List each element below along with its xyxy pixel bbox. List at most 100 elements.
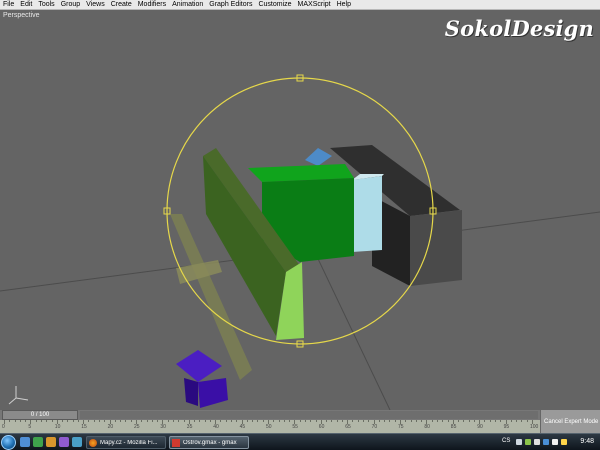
timeline-tick-label: 15 xyxy=(81,424,87,430)
menu-edit[interactable]: Edit xyxy=(17,0,35,10)
timeline-tick xyxy=(231,420,233,422)
dark-block-front[interactable] xyxy=(410,210,462,286)
volume-icon[interactable] xyxy=(552,439,558,445)
timeline-tick xyxy=(273,420,275,422)
menu-file[interactable]: File xyxy=(0,0,17,10)
timeline-tick xyxy=(46,420,48,422)
menu-group[interactable]: Group xyxy=(58,0,83,10)
scene-render xyxy=(0,74,600,410)
axis-tripod-icon xyxy=(8,386,29,405)
blue-house-roof[interactable] xyxy=(176,350,222,382)
time-slider-track[interactable] xyxy=(80,411,538,419)
track-bar[interactable]: 0 5 10 15 20 25 30 35 40 45 50 55 60 65 70 75 80 85 90 95 10… xyxy=(0,420,540,433)
timeline-tick-label: 35 xyxy=(186,424,193,430)
gmax-window: File Edit Tools Group Views Create Modif… xyxy=(0,0,600,450)
timeline-tick-label: 70 xyxy=(371,424,378,430)
menu-tools[interactable]: Tools xyxy=(35,0,57,10)
tray-icon[interactable] xyxy=(534,439,540,445)
timeline-tick xyxy=(421,420,423,422)
timeline-tick-label: 0 xyxy=(2,424,5,430)
timeline-tick xyxy=(236,420,238,422)
timeline-tick xyxy=(363,420,365,422)
time-slider-thumb[interactable]: 0 / 100 xyxy=(2,410,78,420)
taskbar-button-label: Ostrov.gmax - gmax xyxy=(183,439,237,446)
show-desktop-icon[interactable] xyxy=(20,437,30,447)
timeline-tick xyxy=(183,420,185,422)
timeline-tick xyxy=(246,420,248,422)
timeline-tick xyxy=(40,420,42,422)
tray-icon[interactable] xyxy=(525,439,531,445)
timeline-tick xyxy=(315,420,317,422)
timeline-tick-label: 25 xyxy=(134,424,140,430)
network-icon[interactable] xyxy=(543,439,549,445)
timeline-tick-label: 90 xyxy=(477,424,483,430)
timeline-tick xyxy=(495,420,497,422)
timeline-tick xyxy=(526,420,528,422)
timeline-tick xyxy=(93,420,95,422)
small-blue-object[interactable] xyxy=(305,148,332,166)
quicklaunch-app-icon[interactable] xyxy=(46,437,56,447)
tray-icon[interactable] xyxy=(561,439,567,445)
light-blue-box[interactable] xyxy=(352,176,382,252)
brand-watermark: SokolDesign xyxy=(444,16,594,41)
menu-maxscript[interactable]: MAXScript xyxy=(295,0,334,10)
timeline-tick xyxy=(310,420,312,422)
timeline-tick xyxy=(299,420,301,422)
start-button[interactable] xyxy=(1,435,16,450)
timeline-tick xyxy=(394,420,396,422)
timeline-tick-label: 75 xyxy=(398,424,404,430)
timeline-tick xyxy=(357,420,359,422)
timeline-tick xyxy=(194,420,196,422)
timeline-tick xyxy=(410,420,412,422)
menu-customize[interactable]: Customize xyxy=(255,0,294,10)
timeline-tick xyxy=(125,420,127,422)
time-slider[interactable]: 0 / 100 xyxy=(0,410,540,420)
quicklaunch-app-icon[interactable] xyxy=(59,437,69,447)
menu-create[interactable]: Create xyxy=(108,0,135,10)
timeline-tick xyxy=(389,420,391,422)
timeline-tick xyxy=(516,420,518,422)
timeline-tick xyxy=(51,420,53,422)
blue-house-wall[interactable] xyxy=(198,378,228,408)
timeline-tick xyxy=(25,420,27,422)
menu-modifiers[interactable]: Modifiers xyxy=(135,0,169,10)
timeline-tick xyxy=(120,420,122,422)
menu-views[interactable]: Views xyxy=(83,0,108,10)
timeline-tick xyxy=(99,420,101,422)
timeline-tick-label: 45 xyxy=(239,424,246,430)
status-panel: Cancel Expert Mode xyxy=(540,410,600,433)
timeline-tick xyxy=(304,420,306,422)
menu-animation[interactable]: Animation xyxy=(169,0,206,10)
timeline-tick xyxy=(62,420,64,422)
timeline-tick xyxy=(368,420,370,422)
taskbar-clock[interactable]: 9:48 xyxy=(580,438,594,445)
timeline-tick xyxy=(463,420,465,422)
taskbar-button-label: Mapy.cz - Mozilla Fi... xyxy=(100,439,158,446)
tray-icon[interactable] xyxy=(516,439,522,445)
viewport-label[interactable]: Perspective xyxy=(3,12,40,19)
timeline-tick xyxy=(521,420,523,422)
timeline-tick xyxy=(283,420,285,422)
menu-graph-editors[interactable]: Graph Editors xyxy=(206,0,255,10)
menu-help[interactable]: Help xyxy=(334,0,354,10)
timeline-tick xyxy=(431,420,433,422)
timeline-tick xyxy=(104,420,106,422)
cancel-expert-mode-button[interactable]: Cancel Expert Mode xyxy=(544,419,598,425)
timeline-tick xyxy=(130,420,132,422)
taskbar-button-firefox[interactable]: Mapy.cz - Mozilla Fi... xyxy=(86,436,166,449)
timeline-tick xyxy=(167,420,169,422)
quicklaunch-app-icon[interactable] xyxy=(33,437,43,447)
firefox-icon xyxy=(89,438,97,447)
quicklaunch-app-icon[interactable] xyxy=(72,437,82,447)
language-indicator[interactable]: CS xyxy=(502,438,510,444)
timeline-tick xyxy=(178,420,180,422)
timeline-tick xyxy=(384,420,386,422)
timeline-tick xyxy=(9,420,11,422)
timeline-tick xyxy=(14,420,16,422)
timeline-tick xyxy=(352,420,354,422)
taskbar-button-gmax[interactable]: Ostrov.gmax - gmax xyxy=(169,436,249,449)
timeline-tick xyxy=(114,420,116,422)
timeline-tick-label: 55 xyxy=(292,424,298,430)
perspective-viewport[interactable]: Perspective SokolDesign xyxy=(0,10,600,410)
timeline-tick xyxy=(484,420,486,422)
